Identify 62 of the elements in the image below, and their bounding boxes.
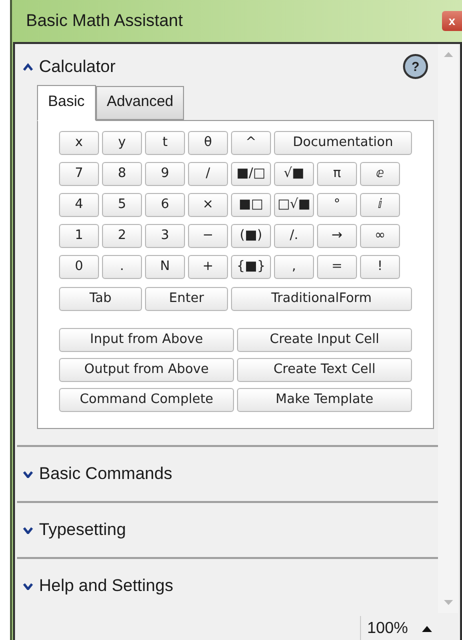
key-button[interactable]: 4 xyxy=(59,192,99,216)
chevron-down-icon[interactable] xyxy=(23,470,33,478)
action-button[interactable]: Create Input Cell xyxy=(237,328,412,352)
key-button[interactable]: □√■ xyxy=(274,192,314,216)
key-button[interactable]: 3 xyxy=(145,224,185,248)
zoom-menu-icon[interactable] xyxy=(422,626,432,632)
key-button[interactable]: ■□ xyxy=(231,192,271,216)
key-button[interactable]: ■/□ xyxy=(231,162,271,186)
key-button[interactable]: 6 xyxy=(145,192,185,216)
tab[interactable]: Advanced xyxy=(96,86,184,120)
chevron-up-icon[interactable] xyxy=(23,62,33,71)
key-button[interactable]: ! xyxy=(360,254,400,278)
key-button[interactable]: ° xyxy=(317,192,357,216)
window-title: Basic Math Assistant xyxy=(26,10,183,32)
key-button[interactable]: Documentation xyxy=(274,130,412,154)
section-title[interactable]: Basic Commands xyxy=(39,460,428,486)
chevron-down-icon[interactable] xyxy=(23,582,33,590)
key-button[interactable]: 5 xyxy=(102,192,142,216)
key-button[interactable]: √■ xyxy=(274,162,314,186)
key-button[interactable]: , xyxy=(274,254,314,278)
key-button[interactable]: 2 xyxy=(102,224,142,248)
key-button[interactable]: 0 xyxy=(59,254,99,278)
key-button[interactable]: 8 xyxy=(102,162,142,186)
key-button[interactable]: → xyxy=(317,224,357,248)
key-button[interactable]: θ xyxy=(188,130,228,154)
key-button[interactable]: x xyxy=(59,130,99,154)
section-title[interactable]: Typesetting xyxy=(39,516,428,542)
key-button[interactable]: = xyxy=(317,254,357,278)
key-button[interactable]: N xyxy=(145,254,185,278)
action-button[interactable]: Make Template xyxy=(237,388,412,412)
key-button[interactable]: /. xyxy=(274,224,314,248)
key-button[interactable]: . xyxy=(102,254,142,278)
key-button[interactable]: (■) xyxy=(231,224,271,248)
key-button[interactable]: y xyxy=(102,130,142,154)
key-button[interactable]: π xyxy=(317,162,357,186)
help-button[interactable]: ? xyxy=(403,54,428,80)
key-button[interactable]: / xyxy=(188,162,228,186)
key-button[interactable]: ⅇ xyxy=(360,162,400,186)
section-title[interactable]: Calculator xyxy=(39,54,397,80)
close-button[interactable]: x xyxy=(442,11,462,31)
key-button[interactable]: ⅈ xyxy=(360,192,400,216)
key-button[interactable]: Enter xyxy=(145,286,228,310)
key-button[interactable]: + xyxy=(188,254,228,278)
key-button[interactable]: 7 xyxy=(59,162,99,186)
key-button[interactable]: Tab xyxy=(59,286,142,310)
action-button[interactable]: Input from Above xyxy=(59,328,234,352)
key-button[interactable]: − xyxy=(188,224,228,248)
action-button[interactable]: Output from Above xyxy=(59,358,234,382)
action-button[interactable]: Command Complete xyxy=(59,388,234,412)
chevron-down-icon[interactable] xyxy=(23,526,33,534)
key-button[interactable]: 9 xyxy=(145,162,185,186)
section-title[interactable]: Help and Settings xyxy=(39,572,428,598)
key-button[interactable]: {■} xyxy=(231,254,271,278)
tab[interactable]: Basic xyxy=(37,84,96,120)
key-button[interactable]: t xyxy=(145,130,185,154)
key-button[interactable]: ∞ xyxy=(360,224,400,248)
key-button[interactable]: × xyxy=(188,192,228,216)
key-button[interactable]: TraditionalForm xyxy=(231,286,412,310)
zoom-level[interactable]: 100% xyxy=(367,616,408,640)
key-button[interactable]: ^ xyxy=(231,130,271,154)
action-button[interactable]: Create Text Cell xyxy=(237,358,412,382)
key-button[interactable]: 1 xyxy=(59,224,99,248)
